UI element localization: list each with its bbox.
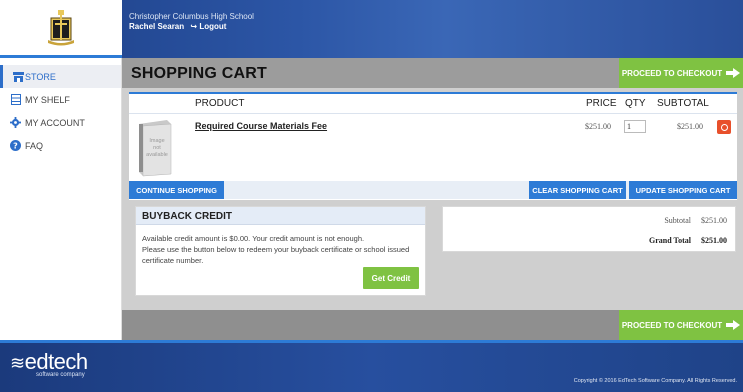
top-header: Christopher Columbus High School Rachel …	[0, 0, 743, 58]
user-name: Rachel Searan	[129, 22, 185, 31]
buyback-title: BUYBACK CREDIT	[136, 207, 425, 225]
cart-content: PRODUCT PRICE QTY SUBTOTAL Image not ava…	[122, 88, 743, 310]
sidebar-item-my-shelf[interactable]: MY SHELF	[0, 88, 121, 111]
logo-swoosh-icon: ≋	[10, 353, 25, 373]
sidebar-item-label: MY SHELF	[25, 94, 70, 105]
cart-actions-bar: CONTINUE SHOPPING CLEAR SHOPPING CART UP…	[129, 181, 737, 199]
product-price: $251.00	[585, 122, 611, 131]
checkout-label: PROCEED TO CHECKOUT	[621, 320, 723, 330]
svg-text:?: ?	[13, 141, 18, 150]
image-text-2: not	[153, 145, 161, 151]
update-cart-button[interactable]: UPDATE SHOPPING CART	[629, 181, 737, 199]
sidebar-item-label: STORE	[25, 71, 56, 82]
grand-total-row: Grand Total $251.00	[649, 236, 727, 245]
buyback-line-1: Available credit amount is $0.00. Your c…	[142, 234, 365, 243]
sidebar-item-faq[interactable]: ? FAQ	[0, 134, 121, 157]
image-text-3: available	[146, 152, 168, 158]
copyright-text: Copyright © 2016 EdTech Software Company…	[573, 378, 737, 384]
store-icon	[13, 71, 24, 82]
sidebar-item-store[interactable]: STORE	[0, 65, 121, 88]
logout-icon: ↪	[190, 22, 198, 31]
crest-icon	[48, 9, 74, 45]
sidebar-item-label: FAQ	[25, 140, 44, 151]
footer-tagline: software company	[36, 372, 85, 378]
footer: ≋edtech software company Copyright © 201…	[0, 340, 743, 392]
footer-brand: edtech	[24, 349, 89, 374]
sidebar: STORE MY SHELF MY ACCOUNT ? FAQ	[0, 58, 122, 340]
page-title: SHOPPING CART	[131, 65, 267, 82]
grand-total-value: $251.00	[701, 236, 727, 245]
logout-label: Logout	[199, 22, 227, 31]
product-subtotal: $251.00	[677, 122, 703, 131]
checkout-label: PROCEED TO CHECKOUT	[621, 68, 723, 78]
buyback-line-2: Please use the button below to redeem yo…	[142, 245, 410, 265]
get-credit-button[interactable]: Get Credit	[363, 267, 419, 289]
gear-icon	[10, 117, 21, 128]
sidebar-item-label: MY ACCOUNT	[25, 117, 85, 128]
col-qty: QTY	[625, 98, 646, 109]
buyback-credit-panel: BUYBACK CREDIT Available credit amount i…	[135, 206, 426, 296]
col-subtotal: SUBTOTAL	[657, 98, 709, 109]
proceed-to-checkout-button-bottom[interactable]: PROCEED TO CHECKOUT	[619, 310, 743, 340]
header-user-info: Christopher Columbus High School Rachel …	[129, 12, 254, 32]
subtotal-value: $251.00	[701, 216, 727, 225]
shelf-icon	[10, 94, 21, 105]
sidebar-item-my-account[interactable]: MY ACCOUNT	[0, 111, 121, 134]
edtech-logo[interactable]: ≋edtech software company	[10, 349, 89, 379]
header-divider	[129, 113, 737, 114]
remove-icon	[720, 123, 728, 131]
question-icon: ?	[10, 140, 21, 151]
product-image-placeholder: Image not available	[139, 120, 172, 177]
arrow-right-icon	[726, 320, 741, 330]
clear-cart-button[interactable]: CLEAR SHOPPING CART	[529, 181, 626, 199]
grand-total-label: Grand Total	[648, 236, 691, 245]
arrow-right-icon	[726, 68, 741, 78]
cart-title-bar: SHOPPING CART PROCEED TO CHECKOUT	[122, 58, 743, 88]
image-text-1: Image	[149, 138, 164, 144]
col-product: PRODUCT	[195, 98, 245, 109]
table-header: PRODUCT PRICE QTY SUBTOTAL	[129, 94, 737, 112]
order-totals: Subtotal $251.00 Grand Total $251.00	[442, 206, 736, 252]
product-name-link[interactable]: Required Course Materials Fee	[195, 121, 327, 131]
subtotal-row: Subtotal $251.00	[664, 216, 727, 225]
logout-link[interactable]: ↪ Logout	[190, 22, 226, 31]
cart-bottom-bar: PROCEED TO CHECKOUT	[122, 310, 743, 340]
quantity-input[interactable]	[624, 120, 646, 133]
school-logo[interactable]	[0, 0, 122, 58]
proceed-to-checkout-button-top[interactable]: PROCEED TO CHECKOUT	[619, 58, 743, 88]
buyback-message: Available credit amount is $0.00. Your c…	[136, 225, 425, 266]
remove-item-button[interactable]	[717, 120, 731, 134]
subtotal-label: Subtotal	[664, 216, 691, 225]
col-price: PRICE	[586, 98, 617, 109]
school-name: Christopher Columbus High School	[129, 12, 254, 21]
continue-shopping-button[interactable]: CONTINUE SHOPPING	[129, 181, 224, 199]
